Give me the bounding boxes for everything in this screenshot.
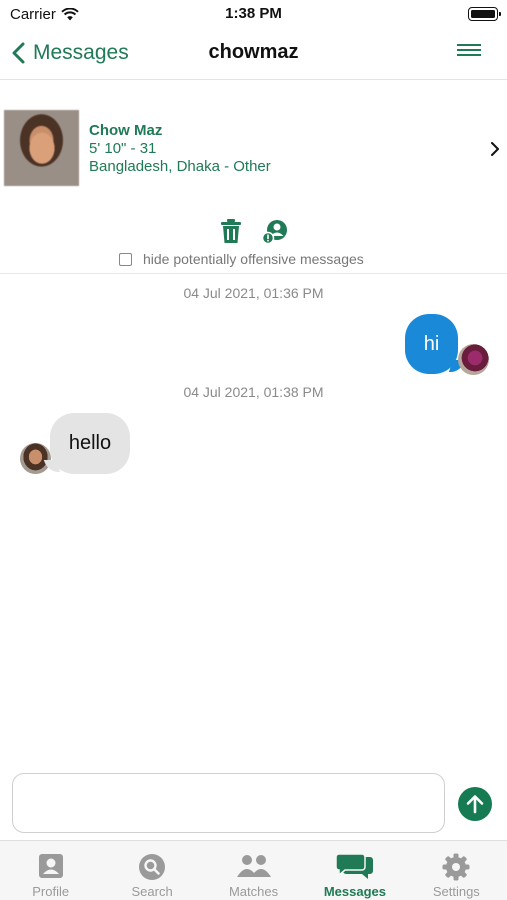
- menu-icon-line: [457, 49, 481, 51]
- profile-name: Chow Maz: [89, 122, 163, 139]
- profile-card[interactable]: Chow Maz 5' 10" - 31 Bangladesh, Dhaka -…: [0, 106, 507, 192]
- block-user-icon[interactable]: [262, 220, 289, 244]
- profile-height-age: 5' 10" - 31: [89, 140, 157, 157]
- tab-label: Settings: [432, 884, 480, 899]
- send-button[interactable]: [458, 787, 492, 821]
- my-avatar: [458, 344, 489, 375]
- tab-label: Search: [131, 884, 173, 899]
- hide-offensive-label: hide potentially offensive messages: [143, 251, 364, 267]
- page-title: chowmaz: [208, 41, 299, 63]
- messages-icon: [335, 853, 373, 879]
- tab-search[interactable]: Search: [101, 841, 202, 900]
- message-input[interactable]: [12, 773, 445, 833]
- profile-info: Chow Maz 5' 10" - 31 Bangladesh, Dhaka -…: [89, 122, 271, 176]
- conversation-actions: [0, 218, 507, 246]
- message-timestamp: 04 Jul 2021, 01:36 PM: [183, 285, 324, 301]
- arrow-up-icon: [466, 795, 484, 814]
- outgoing-message-bubble: hi: [405, 314, 458, 374]
- incoming-message-bubble: hello: [50, 413, 130, 474]
- search-icon: [139, 854, 166, 880]
- tab-label: Profile: [32, 884, 70, 899]
- tab-bar: Profile Search Matches Messages Settings: [0, 840, 507, 900]
- settings-icon: [442, 853, 470, 881]
- profile-location: Bangladesh, Dhaka - Other: [89, 158, 271, 175]
- contact-avatar: [20, 443, 51, 474]
- menu-icon-line: [457, 54, 481, 56]
- clock: 1:38 PM: [225, 5, 282, 22]
- trash-icon[interactable]: [220, 218, 242, 244]
- tab-messages[interactable]: Messages: [304, 841, 405, 900]
- chevron-right-icon: [491, 142, 499, 156]
- divider: [0, 273, 507, 274]
- tab-label: Matches: [228, 884, 279, 899]
- matches-icon: [236, 855, 271, 877]
- profile-icon: [38, 854, 63, 878]
- navigation-bar: Messages chowmaz: [0, 28, 507, 80]
- profile-photo: [4, 110, 79, 186]
- tab-settings[interactable]: Settings: [406, 841, 507, 900]
- message-timestamp: 04 Jul 2021, 01:38 PM: [183, 384, 324, 400]
- hide-offensive-checkbox[interactable]: [119, 253, 132, 266]
- status-bar: Carrier 1:38 PM: [0, 0, 507, 28]
- tab-matches[interactable]: Matches: [203, 841, 304, 900]
- hide-offensive-row: hide potentially offensive messages: [0, 251, 507, 271]
- tab-profile[interactable]: Profile: [0, 841, 101, 900]
- battery-icon: [468, 7, 501, 21]
- tab-label: Messages: [323, 884, 386, 899]
- menu-button[interactable]: [457, 44, 481, 62]
- menu-icon-line: [457, 44, 481, 46]
